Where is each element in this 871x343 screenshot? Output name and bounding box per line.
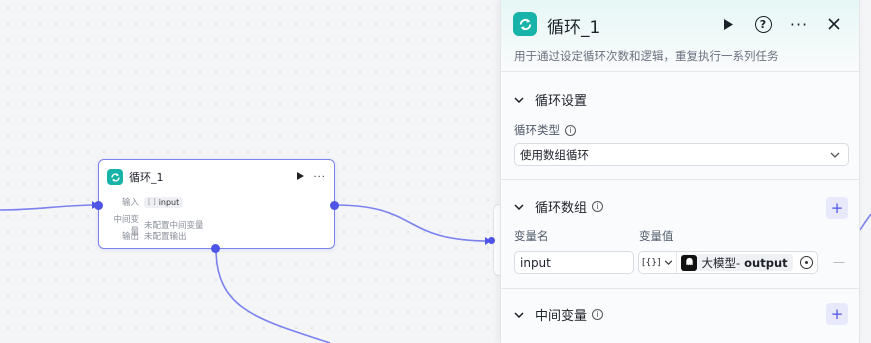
loop-type-label-text: 循环类型: [514, 123, 560, 137]
wire-loop-body: [215, 248, 331, 343]
remove-row-button[interactable]: —: [833, 255, 845, 269]
reference-output: output: [744, 255, 788, 270]
chevron-down-icon: [514, 96, 526, 103]
play-icon[interactable]: [718, 14, 738, 34]
add-intermediate-button[interactable]: +: [826, 303, 848, 325]
loop-icon: [513, 12, 537, 36]
wire-incoming: [0, 204, 99, 211]
loop-node-output-row: 输出 未配置输出: [107, 230, 187, 242]
variable-value-column: 变量值: [639, 229, 674, 243]
help-icon[interactable]: ?: [753, 14, 773, 34]
panel-header: 循环_1 ? ··· 用于通过设定循环次数和逻辑，重复执行一系列任务: [501, 0, 859, 72]
next-node-input-port[interactable]: [488, 237, 495, 244]
loop-array-title: 循环数组: [535, 201, 588, 216]
wire-to-next-node: [334, 204, 491, 242]
loop-type-select[interactable]: 使用数组循环: [514, 143, 849, 166]
reference-chip: 大模型 - output: [681, 254, 793, 271]
chevron-down-icon: [514, 203, 526, 210]
variable-reference-icon[interactable]: [800, 256, 813, 269]
loop-type-value: 使用数组循环: [520, 147, 589, 162]
loop-body-port[interactable]: [211, 244, 220, 253]
variable-type-select[interactable]: [{}]: [639, 252, 678, 273]
reference-source: 大模型: [701, 255, 736, 270]
variable-value-reference[interactable]: [{}] 大模型 - output: [638, 251, 818, 274]
help-glyph: ?: [754, 15, 772, 33]
loop-settings-title: 循环设置: [535, 94, 588, 109]
intermediate-header[interactable]: 中间变量 i: [514, 305, 604, 324]
more-icon[interactable]: ···: [789, 14, 809, 34]
chevron-down-icon: [830, 152, 840, 158]
output-label: 输出: [121, 232, 139, 242]
reference-separator: -: [735, 255, 741, 270]
loop-node-header: 循环_1 ···: [107, 168, 326, 186]
loop-node-title: 循环_1: [129, 171, 164, 184]
array-bracket-icon: [ ]: [148, 198, 156, 206]
add-loop-array-button[interactable]: +: [826, 197, 848, 219]
array-type-icon: [{}]: [642, 257, 661, 268]
loop-icon: [107, 169, 123, 185]
input-chip: [ ] input: [144, 196, 184, 208]
loop-array-section: 循环数组 i + 变量名 变量值 input [{}] 大模型 - output…: [501, 180, 859, 289]
intermediate-title: 中间变量: [535, 309, 588, 324]
llm-node-icon: [681, 254, 698, 271]
wire-right: [859, 213, 871, 231]
node-config-panel: 循环_1 ? ··· 用于通过设定循环次数和逻辑，重复执行一系列任务 循环设置 …: [500, 0, 860, 343]
variable-name-column: 变量名: [514, 229, 549, 243]
input-chip-value: input: [158, 197, 180, 207]
close-icon[interactable]: [824, 14, 844, 34]
loop-node-input-row: 输入 [ ] input: [107, 196, 184, 208]
info-icon[interactable]: i: [592, 309, 604, 320]
loop-array-header[interactable]: 循环数组 i: [514, 197, 604, 216]
output-value: 未配置输出: [144, 232, 187, 242]
chevron-down-icon: [664, 260, 673, 265]
input-label: 输入: [121, 198, 139, 208]
info-icon[interactable]: i: [565, 124, 576, 136]
input-port[interactable]: [94, 201, 103, 210]
panel-description: 用于通过设定循环次数和逻辑，重复执行一系列任务: [514, 49, 779, 63]
panel-title[interactable]: 循环_1: [547, 13, 600, 38]
loop-type-label: 循环类型 i: [514, 122, 576, 138]
chevron-down-icon: [514, 311, 526, 318]
loop-node[interactable]: 循环_1 ··· 输入 [ ] input 中间变量 未配置中间变量 输出 未配…: [94, 159, 339, 253]
more-icon[interactable]: ···: [313, 172, 326, 183]
play-icon[interactable]: [296, 171, 305, 184]
loop-settings-section: 循环设置 循环类型 i 使用数组循环: [501, 72, 859, 180]
intermediate-section: 中间变量 i +: [501, 289, 859, 343]
variable-name-input[interactable]: input: [514, 251, 634, 274]
info-icon[interactable]: i: [592, 201, 604, 212]
loop-settings-header[interactable]: 循环设置: [514, 90, 587, 109]
output-port[interactable]: [330, 201, 339, 210]
